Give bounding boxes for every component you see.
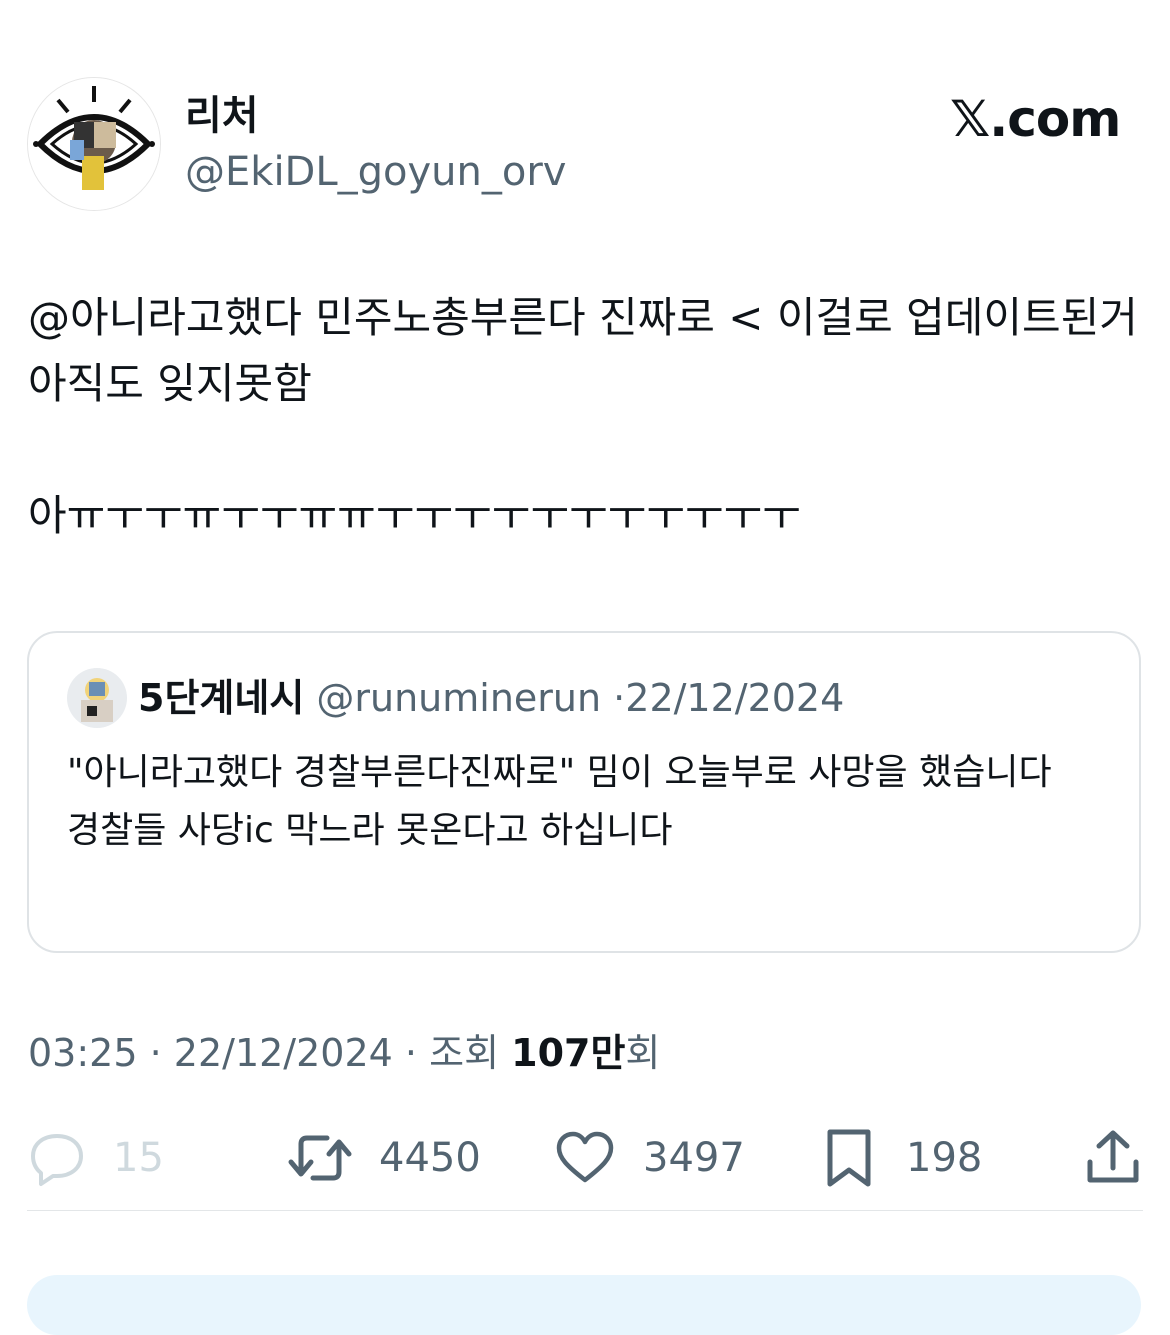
reply-button[interactable]: 15 <box>27 1128 164 1188</box>
tweet-time[interactable]: 03:25 <box>28 1031 138 1075</box>
share-button[interactable] <box>1085 1128 1141 1188</box>
retweet-icon <box>285 1128 355 1188</box>
quoted-separator: · <box>613 676 626 720</box>
bookmark-button[interactable]: 198 <box>824 1128 982 1188</box>
bookmark-icon <box>824 1128 874 1188</box>
views-suffix: 회 <box>625 1031 661 1075</box>
divider <box>27 1210 1143 1211</box>
reply-icon <box>27 1128 87 1188</box>
author-avatar[interactable] <box>27 77 161 211</box>
quoted-tweet-text: "아니라고했다 경찰부른다진짜로" 밈이 오늘부로 사망을 했습니다 경찰들 사… <box>67 752 1052 851</box>
meta-separator: · <box>149 1031 162 1075</box>
reply-count: 15 <box>113 1135 164 1181</box>
views-label: 조회 <box>429 1031 500 1075</box>
quoted-author-handle: @runuminerun <box>316 676 602 720</box>
tweet-meta: 03:25 · 22/12/2024 · 조회 107만회 <box>28 1027 660 1079</box>
meta-separator: · <box>404 1031 418 1075</box>
author-handle[interactable]: @EkiDL_goyun_orv <box>185 148 566 196</box>
views-count: 107만 <box>511 1031 626 1075</box>
bottom-banner <box>27 1275 1141 1335</box>
x-logo-text: 𝕏.com <box>950 90 1121 148</box>
quoted-tweet-header: 5단계네시 @runuminerun ·22/12/2024 <box>138 672 844 724</box>
tweet-text: @아니라고했다 민주노총부른다 진짜로 < 이걸로 업데이트된거 아직도 잊지못… <box>28 293 1138 540</box>
like-button[interactable]: 3497 <box>555 1128 745 1188</box>
retweet-count: 4450 <box>379 1135 481 1181</box>
quoted-date: 22/12/2024 <box>625 676 845 720</box>
tweet-date[interactable]: 22/12/2024 <box>174 1031 393 1075</box>
quoted-author-name: 5단계네시 <box>138 676 305 720</box>
share-icon <box>1085 1128 1141 1188</box>
like-count: 3497 <box>643 1135 745 1181</box>
quoted-author-avatar <box>67 668 127 728</box>
bookmark-count: 198 <box>906 1135 983 1181</box>
author-display-name[interactable]: 리처 <box>185 92 259 140</box>
retweet-button[interactable]: 4450 <box>285 1128 481 1188</box>
heart-icon <box>555 1128 615 1188</box>
